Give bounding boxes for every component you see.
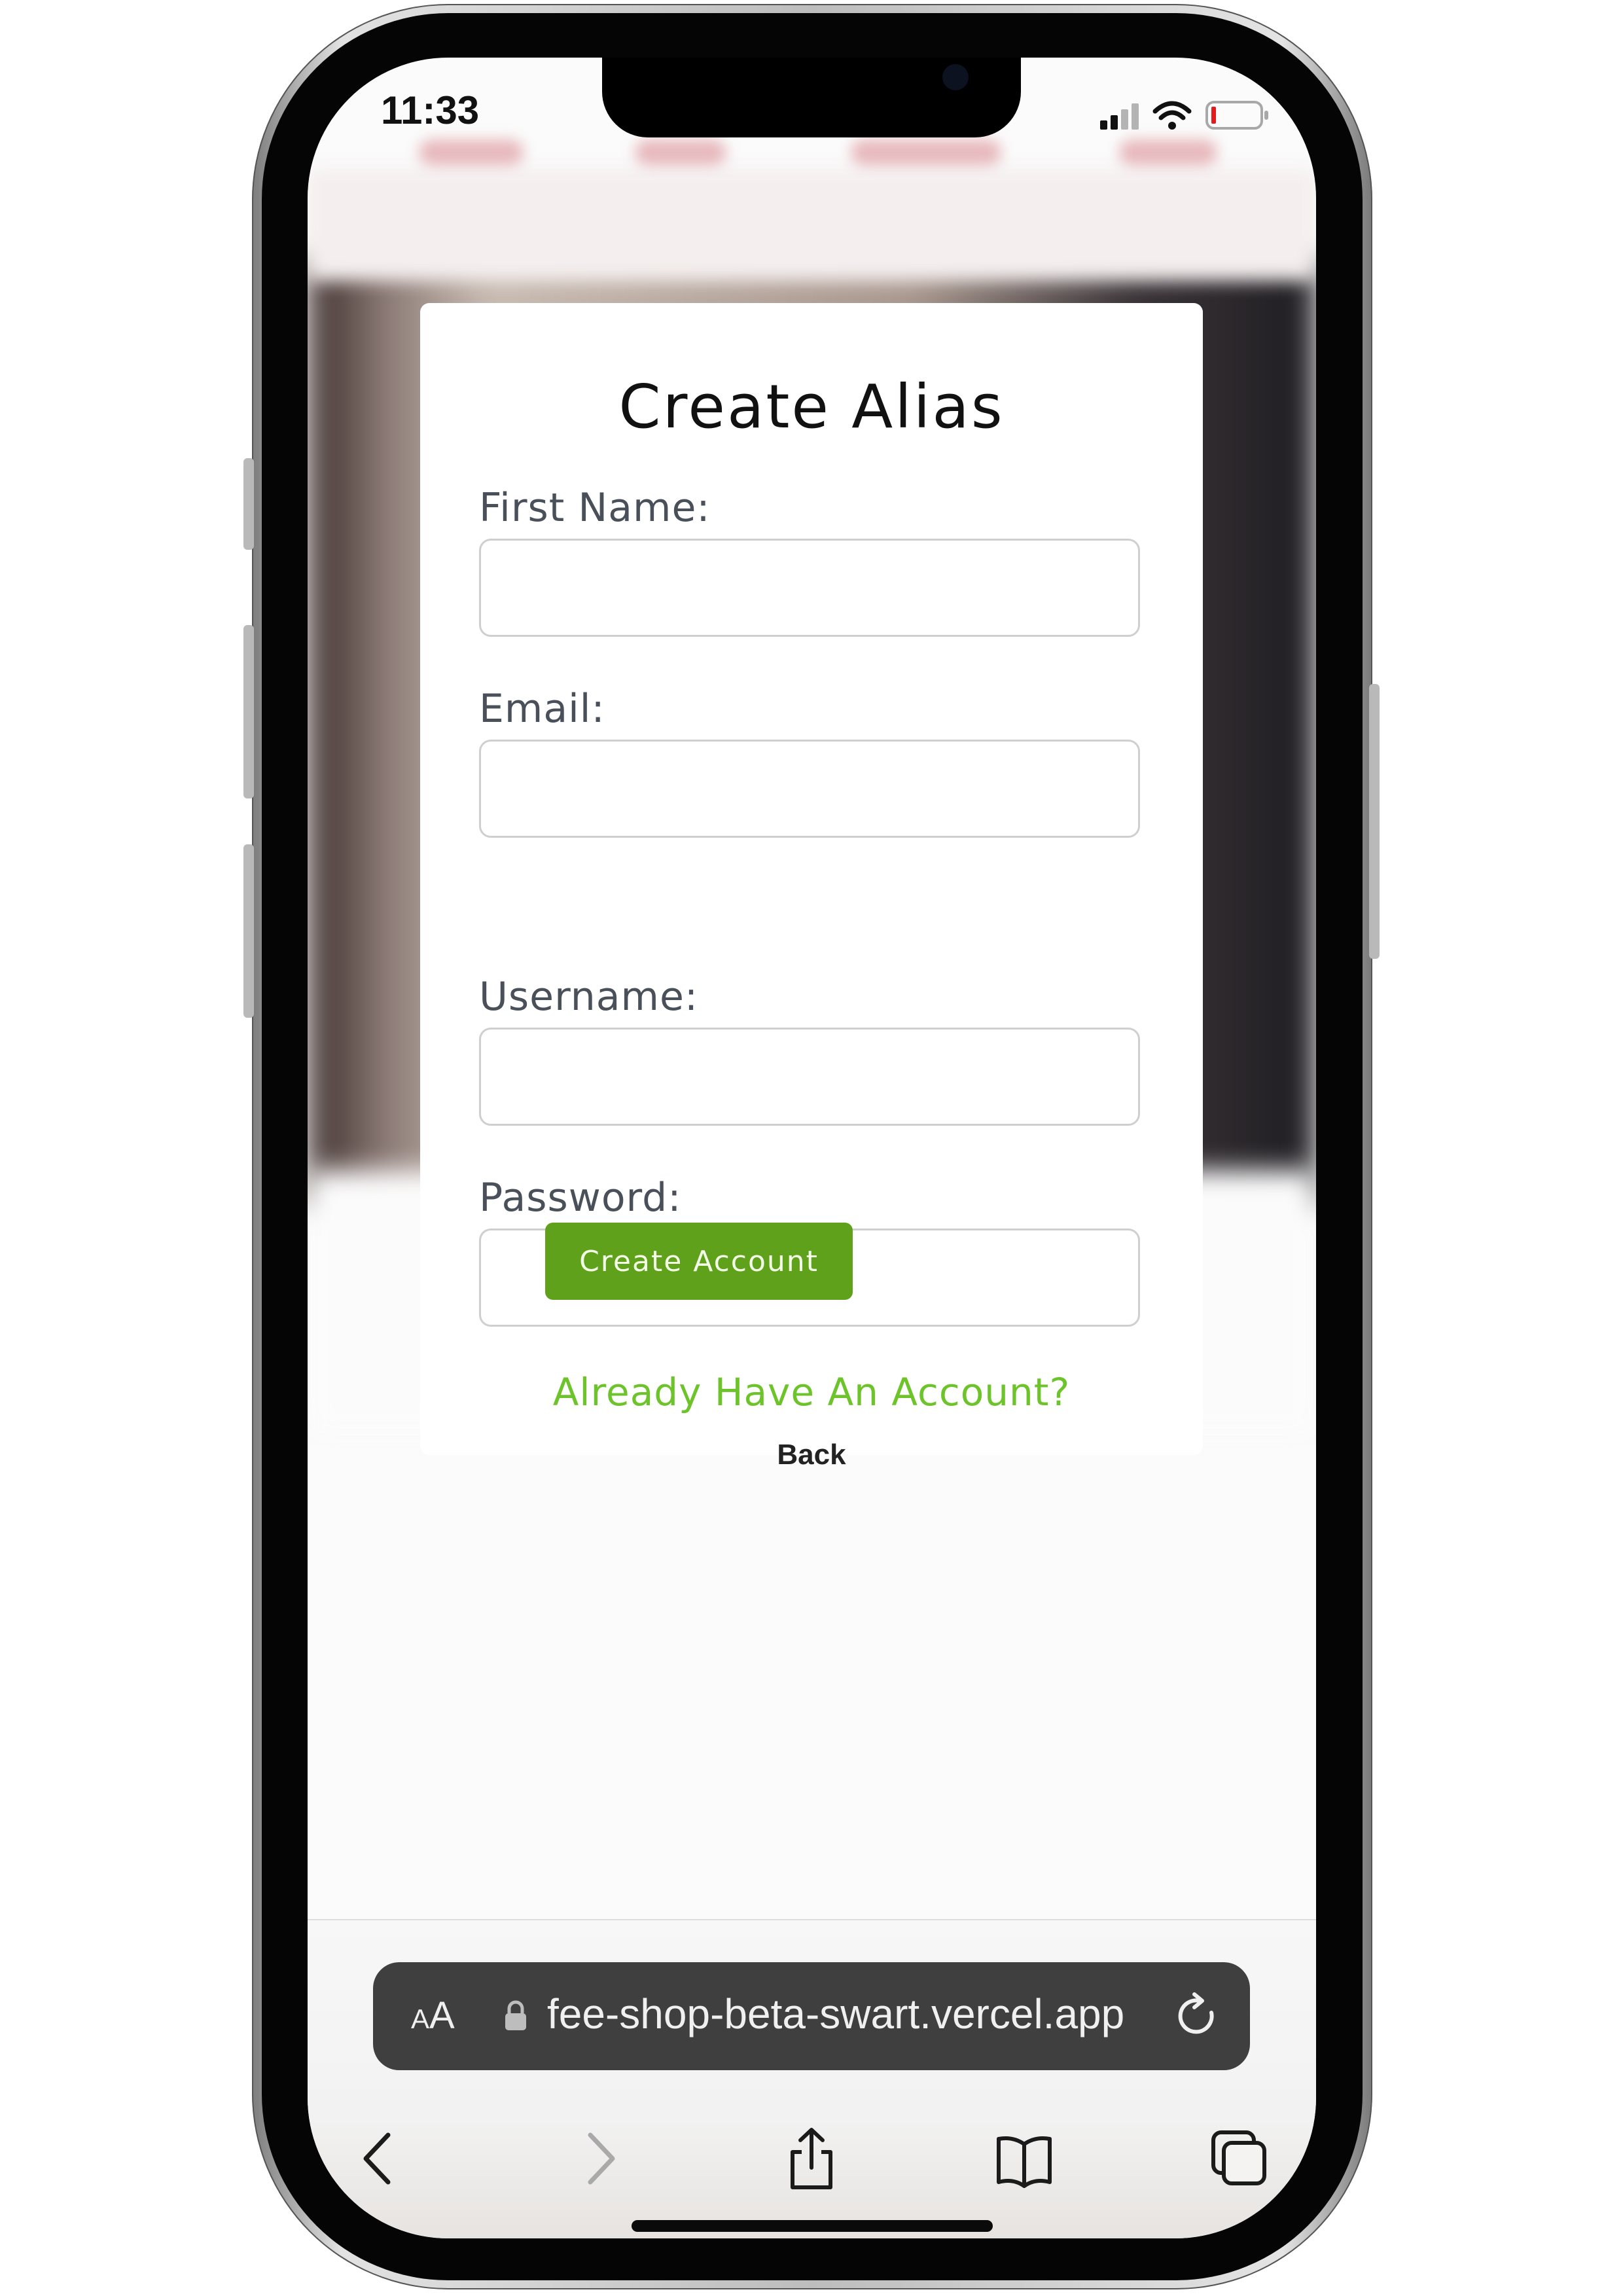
home-indicator[interactable]	[632, 2220, 993, 2232]
dynamic-notch	[602, 58, 1021, 137]
back-icon[interactable]	[350, 2126, 409, 2191]
blurred-nav-item	[1119, 139, 1217, 166]
reload-icon[interactable]	[1175, 1992, 1221, 2041]
status-time: 11:33	[381, 88, 480, 132]
blurred-nav-item	[635, 139, 726, 166]
lock-icon	[505, 2000, 526, 2030]
share-icon[interactable]	[782, 2126, 841, 2191]
modal-title: Create Alias	[618, 372, 1005, 442]
cellular-signal-icon	[1100, 103, 1139, 130]
create-account-button[interactable]: Create Account	[545, 1223, 853, 1300]
first-name-label: First Name:	[479, 485, 711, 531]
url-bar[interactable]: AA fee-shop-beta-swart.vercel.app	[373, 1962, 1250, 2070]
tabs-icon[interactable]	[1209, 2126, 1268, 2191]
text-size-button[interactable]: AA	[411, 1994, 455, 2037]
blurred-site-nav	[308, 169, 1316, 280]
email-label: Email:	[479, 686, 605, 732]
password-label: Password:	[479, 1175, 682, 1221]
phone-screen: 11:33 Create Alias First Name: Email: Us…	[308, 58, 1316, 2238]
wifi-icon	[1152, 101, 1192, 130]
back-link[interactable]: Back	[308, 1439, 1315, 1471]
username-label: Username:	[479, 974, 699, 1020]
battery-low-icon	[1205, 101, 1268, 130]
bookmarks-icon[interactable]	[995, 2126, 1054, 2191]
url-text: fee-shop-beta-swart.vercel.app	[547, 1990, 1125, 2037]
power-button	[1369, 684, 1380, 959]
status-icons	[1100, 101, 1268, 130]
front-camera	[942, 64, 969, 90]
blurred-nav-item	[419, 139, 524, 166]
email-input[interactable]	[479, 740, 1140, 838]
already-have-account-link[interactable]: Already Have An Account?	[308, 1370, 1315, 1414]
forward-icon[interactable]	[569, 2126, 628, 2191]
volume-down-button	[243, 844, 254, 1018]
username-input[interactable]	[479, 1028, 1140, 1126]
action-button	[243, 458, 254, 550]
blurred-nav-item	[851, 139, 1001, 166]
first-name-input[interactable]	[479, 539, 1140, 637]
volume-up-button	[243, 625, 254, 798]
